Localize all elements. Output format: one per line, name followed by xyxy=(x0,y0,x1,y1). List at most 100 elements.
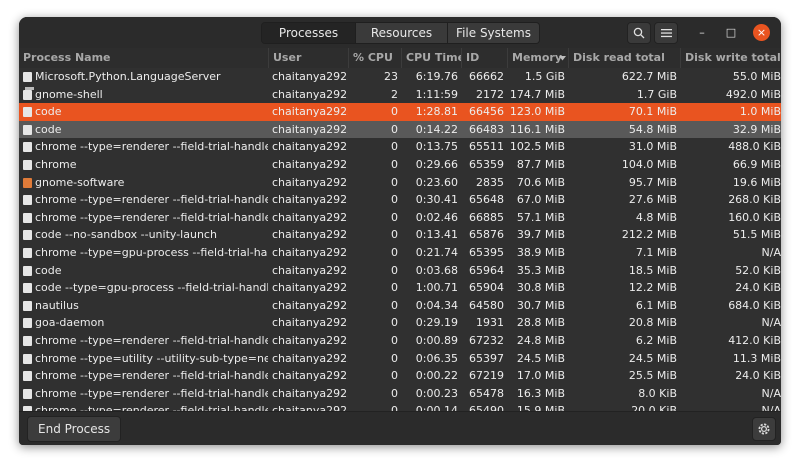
table-row[interactable]: code chaitanya2923 0 0:03.68 65964 35.3 MiB 18… xyxy=(19,262,781,280)
settings-button[interactable] xyxy=(752,417,776,441)
process-id: 65478 xyxy=(469,386,504,400)
table-row[interactable]: gnome-shell chaitanya2923 2 1:11:59 2172 174.… xyxy=(19,86,781,104)
table-row[interactable]: chrome --type=gpu-process --field-trial-… xyxy=(19,244,781,262)
tab-processes[interactable]: Processes xyxy=(262,23,356,43)
process-name: chrome --type=renderer --field-trial-han… xyxy=(35,386,268,400)
process-id: 65397 xyxy=(469,351,504,365)
process-memory: 87.7 MiB xyxy=(516,158,565,171)
process-disk-write: 24.0 KiB xyxy=(735,369,781,383)
process-name: chrome --type=renderer --field-trial-han… xyxy=(35,210,268,224)
process-name: gnome-shell xyxy=(35,87,103,101)
tab-resources[interactable]: Resources xyxy=(356,23,448,43)
table-row[interactable]: chrome --type=renderer --field-trial-han… xyxy=(19,332,781,350)
process-cpu: 0 xyxy=(391,105,398,119)
process-memory: 67.0 MiB xyxy=(516,193,565,207)
process-name: chrome --type=gpu-process --field-trial-… xyxy=(35,246,268,259)
process-disk-read: 18.5 MiB xyxy=(628,263,677,277)
minimize-button[interactable]: – xyxy=(694,24,710,40)
process-disk-write: N/A xyxy=(761,246,781,259)
process-memory: 116.1 MiB xyxy=(509,122,565,136)
table-row[interactable]: chrome --type=utility --utility-sub-type… xyxy=(19,350,781,368)
table-row[interactable]: Microsoft.Python.LanguageServer chaitanya… xyxy=(19,68,781,86)
process-cpu: 0 xyxy=(391,369,398,383)
process-name: code xyxy=(35,122,62,136)
process-disk-read: 12.2 MiB xyxy=(628,281,677,295)
column-memory[interactable]: Memory xyxy=(507,48,568,68)
process-name: goa-daemon xyxy=(35,316,105,330)
process-memory: 35.3 MiB xyxy=(516,263,565,277)
menu-button[interactable] xyxy=(654,22,678,44)
process-memory: 30.8 MiB xyxy=(516,281,565,295)
table-row[interactable]: chrome --type=renderer --field-trial-han… xyxy=(19,402,781,411)
column-disk-read-total[interactable]: Disk read total xyxy=(568,48,680,68)
process-cpu: 0 xyxy=(391,122,398,136)
column-disk-write-total[interactable]: Disk write total xyxy=(680,48,781,68)
process-cpu-time: 0:14.22 xyxy=(415,122,458,136)
table-row[interactable]: gnome-software chaitanya2923 0 0:23.60 2835 7… xyxy=(19,174,781,192)
process-cpu-time: 0:00.14 xyxy=(415,404,458,411)
column-cpu-time[interactable]: CPU Time xyxy=(401,48,461,68)
process-cpu: 0 xyxy=(391,281,398,295)
tab-file-systems[interactable]: File Systems xyxy=(448,23,539,43)
table-row[interactable]: chrome --type=renderer --field-trial-han… xyxy=(19,385,781,403)
search-button[interactable] xyxy=(627,22,651,44)
process-cpu: 0 xyxy=(391,140,398,154)
table-row[interactable]: chrome --type=renderer --field-trial-han… xyxy=(19,138,781,156)
process-disk-read: 20.8 MiB xyxy=(628,316,677,330)
process-name: gnome-software xyxy=(35,175,125,189)
process-cpu-time: 6:19.76 xyxy=(415,70,458,83)
process-cpu: 0 xyxy=(391,246,398,259)
table-row[interactable]: goa-daemon chaitanya2923 0 0:29.19 1931 28.8 … xyxy=(19,314,781,332)
close-button[interactable]: × xyxy=(753,24,770,41)
table-row[interactable]: code chaitanya2923 0 0:14.22 66483 116.1 MiB 5… xyxy=(19,120,781,139)
process-id: 1931 xyxy=(476,316,504,330)
process-cpu-time: 0:00.89 xyxy=(415,334,458,347)
process-disk-write: 492.0 MiB xyxy=(725,87,781,101)
process-disk-read: 31.0 MiB xyxy=(628,140,677,154)
process-disk-read: 27.6 MiB xyxy=(628,193,677,207)
process-disk-write: 19.6 MiB xyxy=(732,175,781,189)
process-memory: 39.7 MiB xyxy=(516,228,565,242)
process-id: 2172 xyxy=(476,87,504,101)
gear-icon xyxy=(758,423,770,435)
table-row[interactable]: code chaitanya2923 0 1:28.81 66456 123.0 MiB 7… xyxy=(19,103,781,121)
table-row[interactable]: code --type=gpu-process --field-trial-ha… xyxy=(19,279,781,297)
process-disk-write: 55.0 MiB xyxy=(732,70,781,83)
column-cpu[interactable]: % CPU xyxy=(348,48,401,68)
table-row[interactable]: code --no-sandbox --unity-launch chaitany… xyxy=(19,226,781,244)
process-memory: 70.6 MiB xyxy=(516,175,565,189)
process-disk-write: 52.0 KiB xyxy=(735,263,781,277)
table-row[interactable]: chrome --type=renderer --field-trial-han… xyxy=(19,367,781,385)
process-disk-read: 54.8 MiB xyxy=(628,122,677,136)
process-id: 67232 xyxy=(469,334,504,347)
process-cpu: 2 xyxy=(391,87,398,101)
process-id: 65876 xyxy=(469,228,504,242)
table-row[interactable]: chrome --type=renderer --field-trial-han… xyxy=(19,209,781,227)
process-disk-read: 4.8 MiB xyxy=(635,210,677,224)
end-process-button[interactable]: End Process xyxy=(27,416,122,442)
process-cpu-time: 1:00.71 xyxy=(415,281,458,295)
process-disk-read: 8.0 KiB xyxy=(638,386,677,400)
maximize-button[interactable]: □ xyxy=(723,24,739,40)
process-list[interactable]: Microsoft.Python.LanguageServer chaitanya… xyxy=(19,68,781,411)
process-cpu: 0 xyxy=(391,404,398,411)
process-name: code --type=gpu-process --field-trial-ha… xyxy=(35,281,268,295)
process-user: chaitanya2923 xyxy=(272,246,348,259)
process-memory: 28.8 MiB xyxy=(516,316,565,330)
process-memory: 174.7 MiB xyxy=(509,87,565,101)
column-header-bar: Process Name User % CPU CPU Time ID Memo… xyxy=(19,48,781,69)
column-user[interactable]: User xyxy=(268,48,348,68)
table-row[interactable]: chrome chaitanya2923 0 0:29.66 65359 87.7 MiB… xyxy=(19,156,781,174)
process-user: chaitanya2923 xyxy=(272,122,348,136)
column-id[interactable]: ID xyxy=(461,48,507,68)
column-process-name[interactable]: Process Name xyxy=(19,48,268,68)
process-id: 66456 xyxy=(469,105,504,119)
process-user: chaitanya2923 xyxy=(272,193,348,207)
process-cpu: 0 xyxy=(391,158,398,171)
process-id: 66662 xyxy=(469,70,504,83)
process-user: chaitanya2923 xyxy=(272,228,348,242)
table-row[interactable]: nautilus chaitanya2923 0 0:04.34 64580 30.7 M… xyxy=(19,297,781,315)
search-icon xyxy=(633,27,645,39)
process-user: chaitanya2923 xyxy=(272,334,348,347)
table-row[interactable]: chrome --type=renderer --field-trial-han… xyxy=(19,191,781,209)
